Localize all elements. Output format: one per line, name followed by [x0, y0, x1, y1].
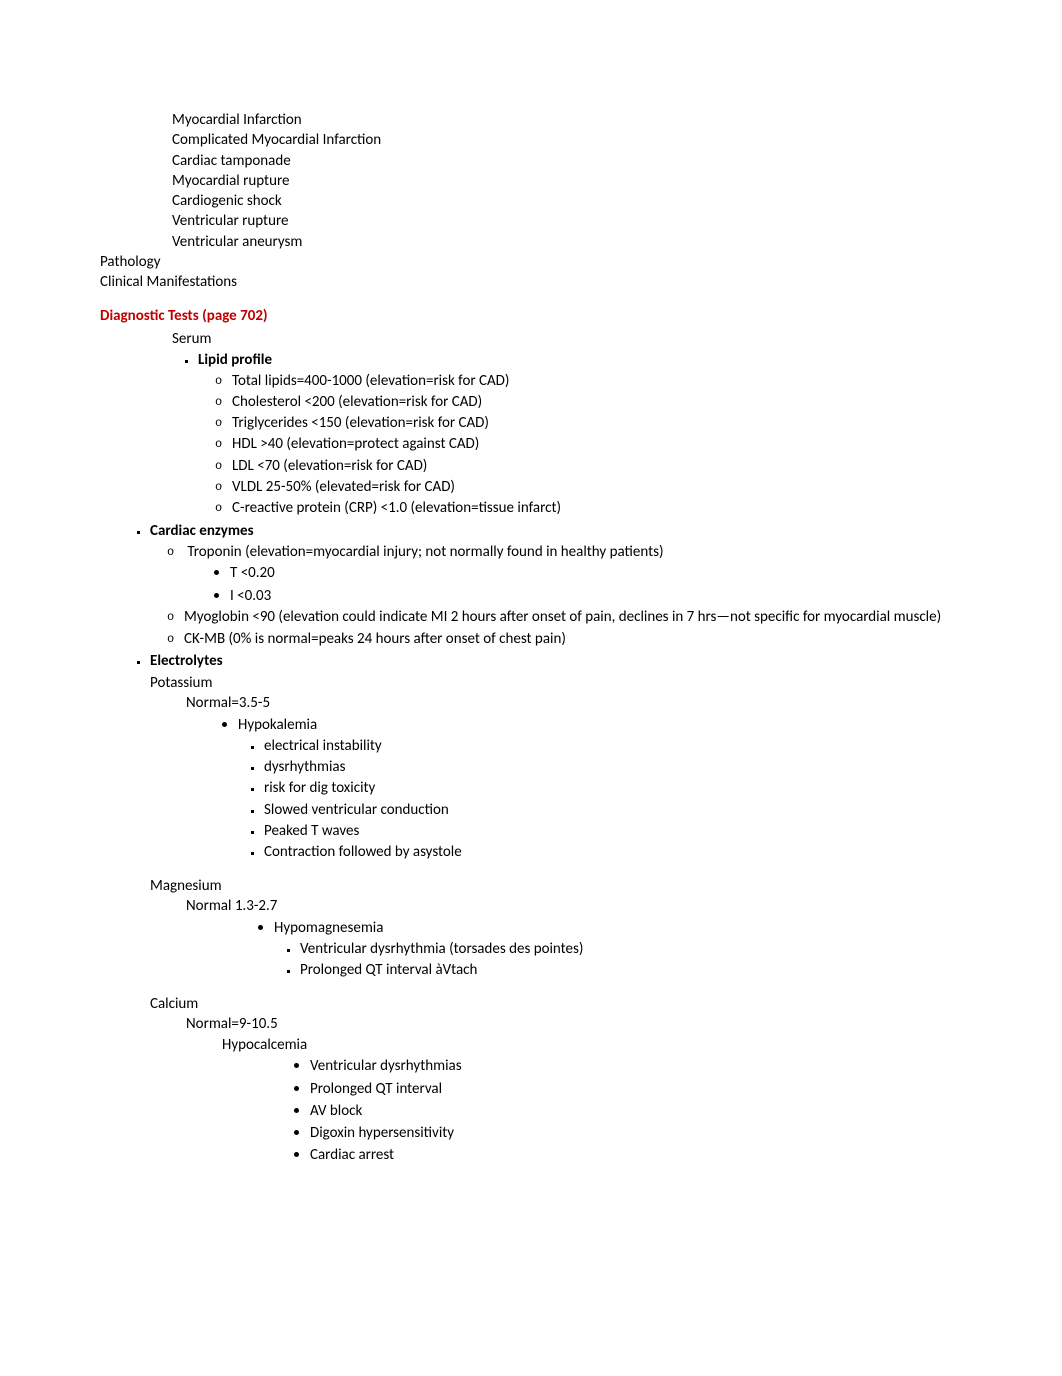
cardiac-enzymes-label: Cardiac enzymes: [150, 522, 254, 540]
effect-item: Cardiac arrest: [310, 1144, 982, 1166]
cardiac-enzymes-list: Cardiac enzymes Troponin (elevation=myoc…: [124, 520, 982, 651]
condition-item: Myocardial rupture: [172, 171, 982, 191]
effect-item: Contraction followed by asystole: [264, 842, 982, 863]
lipid-profile-sublist: Total lipids=400-1000 (elevation=risk fo…: [198, 370, 982, 519]
lipid-item: HDL >40 (elevation=protect against CAD): [232, 434, 982, 455]
serum-list: Lipid profile Total lipids=400-1000 (ele…: [172, 349, 982, 520]
magnesium-normal: Normal 1.3-2.7: [186, 896, 982, 916]
electrolytes-list: Electrolytes: [124, 650, 982, 672]
lipid-item: Total lipids=400-1000 (elevation=risk fo…: [232, 370, 982, 391]
hypocalcemia-effects: Ventricular dysrhythmias Prolonged QT in…: [284, 1055, 982, 1166]
lipid-item: Triglycerides <150 (elevation=risk for C…: [232, 413, 982, 434]
lipid-profile-label: Lipid profile: [198, 351, 272, 369]
lipid-profile-item: Lipid profile Total lipids=400-1000 (ele…: [198, 349, 982, 520]
condition-item: Ventricular aneurysm: [172, 232, 982, 252]
electrolytes-label: Electrolytes: [150, 652, 223, 670]
troponin-sublist: T <0.20 I <0.03: [204, 562, 982, 607]
clinical-manifestations-heading: Clinical Manifestations: [100, 272, 982, 292]
hypocalcemia-label: Hypocalcemia: [222, 1035, 982, 1055]
effect-item: AV block: [310, 1099, 982, 1121]
hypokalemia-item: Hypokalemia electrical instability dysrh…: [238, 713, 982, 864]
magnesium-name: Magnesium: [150, 876, 982, 896]
diagnostic-tests-heading: Diagnostic Tests (page 702): [100, 306, 982, 326]
hypomagnesemia-item: Hypomagnesemia Ventricular dysrhythmia (…: [274, 916, 982, 982]
cardiac-enzymes-sublist: Troponin (elevation=myocardial injury; n…: [150, 541, 982, 649]
hypomagnesemia-effects: Ventricular dysrhythmia (torsades des po…: [274, 939, 982, 982]
electrolytes-item: Electrolytes: [150, 650, 982, 672]
lipid-item: LDL <70 (elevation=risk for CAD): [232, 455, 982, 476]
condition-item: Cardiogenic shock: [172, 191, 982, 211]
effect-item: electrical instability: [264, 735, 982, 756]
lipid-item: VLDL 25-50% (elevated=risk for CAD): [232, 476, 982, 497]
magnesium-condition-list: Hypomagnesemia Ventricular dysrhythmia (…: [248, 916, 982, 982]
troponin-item: Troponin (elevation=myocardial injury; n…: [184, 541, 982, 607]
serum-label: Serum: [172, 329, 982, 349]
myoglobin-item: Myoglobin <90 (elevation could indicate …: [184, 607, 982, 628]
troponin-text: Troponin (elevation=myocardial injury; n…: [187, 543, 663, 561]
hypokalemia-label: Hypokalemia: [238, 716, 317, 734]
cardiac-enzymes-item: Cardiac enzymes Troponin (elevation=myoc…: [150, 520, 982, 651]
condition-item: Myocardial Infarction: [172, 110, 982, 130]
effect-item: Prolonged QT interval: [310, 1077, 982, 1099]
lipid-item: C-reactive protein (CRP) <1.0 (elevation…: [232, 498, 982, 519]
lipid-item: Cholesterol <200 (elevation=risk for CAD…: [232, 391, 982, 412]
pathology-heading: Pathology: [100, 252, 982, 272]
calcium-name: Calcium: [150, 994, 982, 1014]
potassium-condition-list: Hypokalemia electrical instability dysrh…: [212, 713, 982, 864]
top-conditions-block: Myocardial Infarction Complicated Myocar…: [172, 110, 982, 252]
effect-item: Digoxin hypersensitivity: [310, 1122, 982, 1144]
effect-item: Ventricular dysrhythmia (torsades des po…: [300, 939, 982, 960]
troponin-i: I <0.03: [230, 584, 982, 606]
effect-item: Ventricular dysrhythmias: [310, 1055, 982, 1077]
effect-item: dysrhythmias: [264, 757, 982, 778]
effect-item: Slowed ventricular conduction: [264, 799, 982, 820]
ckmb-item: CK-MB (0% is normal=peaks 24 hours after…: [184, 628, 982, 649]
effect-item: Peaked T waves: [264, 820, 982, 841]
condition-item: Ventricular rupture: [172, 211, 982, 231]
troponin-t: T <0.20: [230, 562, 982, 584]
hypomagnesemia-label: Hypomagnesemia: [274, 919, 383, 937]
potassium-name: Potassium: [150, 673, 982, 693]
condition-item: Cardiac tamponade: [172, 151, 982, 171]
potassium-normal: Normal=3.5-5: [186, 693, 982, 713]
calcium-normal: Normal=9-10.5: [186, 1014, 982, 1034]
effect-item: risk for dig toxicity: [264, 778, 982, 799]
condition-item: Complicated Myocardial Infarction: [172, 130, 982, 150]
hypokalemia-effects: electrical instability dysrhythmias risk…: [238, 735, 982, 863]
effect-item: Prolonged QT interval àVtach: [300, 960, 982, 981]
